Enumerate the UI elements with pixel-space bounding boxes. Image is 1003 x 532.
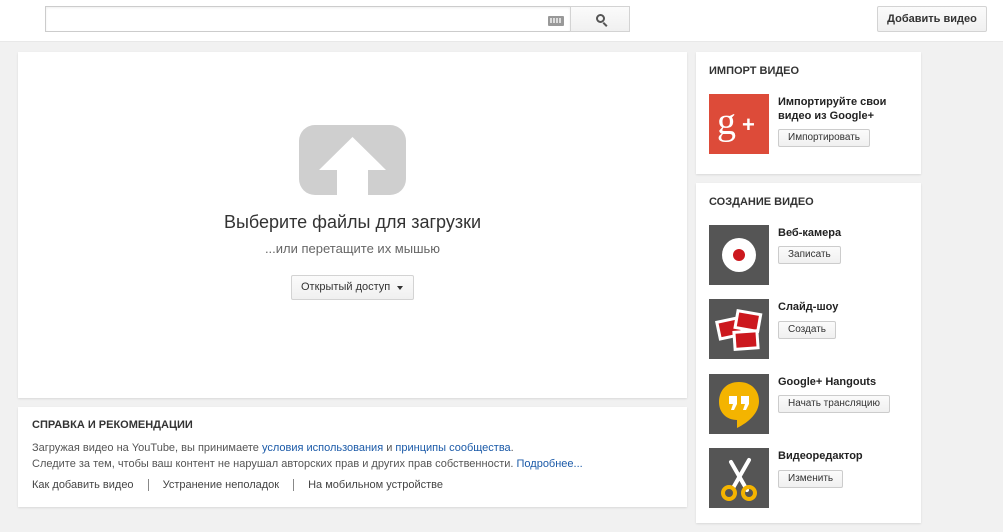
troubleshooting-link[interactable]: Устранение неполадок (163, 479, 280, 491)
scissors-icon[interactable] (709, 448, 769, 508)
slideshow-icon[interactable] (709, 299, 769, 359)
terms-prefix: Загружая видео на YouTube, вы принимаете (32, 442, 262, 454)
video-editor-title: Видеоредактор (778, 450, 863, 462)
import-title-line2: видео из Google+ (778, 110, 874, 122)
chevron-down-icon (397, 286, 403, 290)
upload-arrow-icon[interactable] (299, 125, 406, 195)
privacy-select-label: Открытый доступ (301, 281, 391, 293)
copyright-notice: Следите за тем, чтобы ваш контент не нар… (32, 456, 583, 472)
start-broadcast-button[interactable]: Начать трансляцию (778, 395, 890, 413)
webcam-title: Веб-камера (778, 227, 842, 239)
import-title-line1: Импортируйте свои (778, 96, 887, 108)
import-title: ИМПОРТ ВИДЕО (709, 65, 800, 77)
create-slideshow-button[interactable]: Создать (778, 321, 837, 339)
how-to-upload-link[interactable]: Как добавить видео (32, 479, 134, 491)
help-links: Как добавить видео Устранение неполадок На… (32, 479, 443, 492)
svg-text:+: + (742, 112, 755, 137)
drag-drop-hint: ...или перетащите их мышью (264, 241, 441, 256)
record-button[interactable]: Записать (778, 246, 841, 264)
terms-and: и (383, 442, 396, 454)
top-bar: Добавить видео (0, 0, 1003, 42)
add-video-button[interactable]: Добавить видео (877, 6, 987, 32)
copyright-text: Следите за тем, чтобы ваш контент не нар… (32, 458, 517, 470)
upload-panel: Выберите файлы для загрузки ...или перет… (18, 52, 687, 398)
divider (293, 479, 295, 492)
google-plus-icon[interactable]: g + (709, 94, 769, 154)
mobile-upload-link[interactable]: На мобильном устройстве (308, 479, 443, 491)
keyboard-icon[interactable] (548, 16, 564, 26)
edit-video-button[interactable]: Изменить (778, 470, 844, 488)
search-button[interactable] (570, 6, 630, 32)
divider (147, 479, 149, 492)
search-input[interactable] (45, 6, 571, 32)
learn-more-link[interactable]: Подробнее... (517, 458, 583, 470)
terms-suffix: . (510, 442, 514, 454)
select-files-title[interactable]: Выберите файлы для загрузки (18, 212, 687, 233)
slideshow-title: Слайд-шоу (778, 301, 839, 313)
create-title: СОЗДАНИЕ ВИДЕО (709, 196, 814, 208)
terms-of-service-link[interactable]: условия использования (262, 442, 383, 454)
import-button[interactable]: Импортировать (778, 129, 871, 147)
hangouts-title: Google+ Hangouts (778, 376, 877, 388)
terms-notice: Загружая видео на YouTube, вы принимаете… (32, 440, 514, 456)
help-title: СПРАВКА И РЕКОМЕНДАЦИИ (32, 419, 193, 431)
hangouts-icon[interactable] (709, 374, 769, 434)
community-guidelines-link[interactable]: принципы сообщества (395, 442, 510, 454)
import-panel: ИМПОРТ ВИДЕО g + Импортируйте свои видео… (696, 52, 921, 174)
privacy-select[interactable]: Открытый доступ (291, 275, 414, 300)
svg-text:g: g (717, 101, 736, 143)
create-panel: СОЗДАНИЕ ВИДЕО Веб-камера Записать Слайд… (696, 183, 921, 523)
webcam-record-icon[interactable] (709, 225, 769, 285)
help-panel: СПРАВКА И РЕКОМЕНДАЦИИ Загружая видео на… (18, 407, 687, 507)
search-icon (596, 14, 605, 23)
import-item-title: Импортируйте свои видео из Google+ (778, 95, 886, 123)
